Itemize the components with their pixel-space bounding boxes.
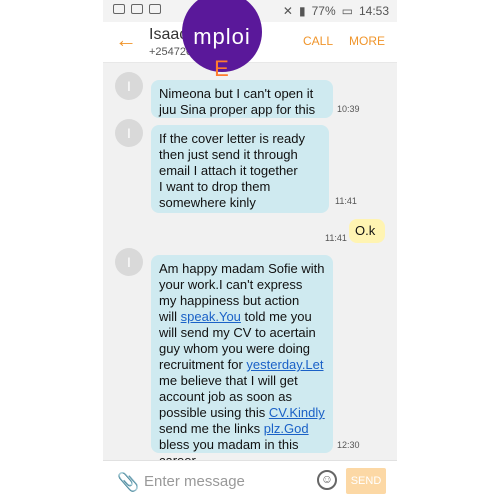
message-line: juu Sina proper app for this	[159, 102, 316, 117]
message-line: your work.I can't express	[159, 277, 303, 292]
message-line: my happiness but action	[159, 293, 300, 308]
message-line: will send my CV to acertain	[159, 325, 316, 340]
logo-text: Emploi	[193, 24, 251, 81]
message-line: email I attach it together	[159, 163, 298, 178]
avatar[interactable]: I	[115, 119, 143, 147]
message-bubble[interactable]: O.k	[349, 219, 385, 243]
signal-icon: ▮	[298, 4, 306, 18]
message-line: send me the links plz.God	[159, 421, 309, 436]
avatar[interactable]: I	[115, 72, 143, 100]
message-line: Nimeona but I can't open it	[159, 86, 314, 101]
message-input[interactable]: Enter message	[144, 473, 245, 490]
message-line: account job as soon as	[159, 389, 292, 404]
send-button[interactable]: SEND	[346, 468, 386, 494]
message-line: then just send it through	[159, 147, 298, 162]
message-line: somewhere kinly	[159, 195, 256, 210]
notification-icon	[149, 4, 161, 14]
message-line: If the cover letter is ready	[159, 131, 305, 146]
message-time: 11:41	[325, 233, 347, 243]
message-line: guy whom you were doing	[159, 341, 311, 356]
message-bubble[interactable]: If the cover letter is ready then just s…	[151, 125, 329, 213]
call-button[interactable]: CALL	[303, 34, 333, 48]
attach-icon[interactable]: 📎	[117, 472, 139, 493]
message-line: bless you madam in this	[159, 437, 299, 452]
message-line: Am happy madam Sofie with	[159, 261, 325, 276]
message-line: recruitment for yesterday.Let	[159, 357, 324, 372]
avatar[interactable]: I	[115, 248, 143, 276]
more-button[interactable]: MORE	[349, 34, 385, 48]
message-bubble[interactable]: Am happy madam Sofie with your work.I ca…	[151, 255, 333, 468]
compose-bar: 📎 Enter message ☺ SEND	[103, 460, 397, 500]
emoji-icon[interactable]: ☺	[317, 470, 337, 490]
message-text: O.k	[355, 223, 376, 238]
message-bubble[interactable]: Nimeona but I can't open it juu Sina pro…	[151, 80, 333, 118]
message-time: 12:30	[337, 440, 360, 450]
message-time: 10:39	[337, 104, 360, 114]
battery-level: 77%	[311, 4, 336, 18]
back-arrow-icon[interactable]: ←	[115, 29, 137, 51]
message-line: will speak.You told me you	[159, 309, 312, 324]
mute-icon: ✕	[282, 4, 293, 18]
message-list[interactable]: I Nimeona but I can't open it juu Sina p…	[103, 62, 397, 468]
message-time: 11:41	[335, 196, 357, 206]
battery-icon: ▭	[341, 4, 353, 18]
notification-icon	[113, 4, 125, 14]
message-line: I want to drop them	[159, 179, 271, 194]
phone-screen: ✕ ▮ 77% ▭ 14:53 ← Isaac +254720 CALL MOR…	[103, 0, 397, 500]
message-line: possible using this CV.Kindly	[159, 405, 325, 420]
notification-icon	[131, 4, 143, 14]
clock: 14:53	[358, 4, 389, 18]
message-line: me believe that I will get	[159, 373, 298, 388]
